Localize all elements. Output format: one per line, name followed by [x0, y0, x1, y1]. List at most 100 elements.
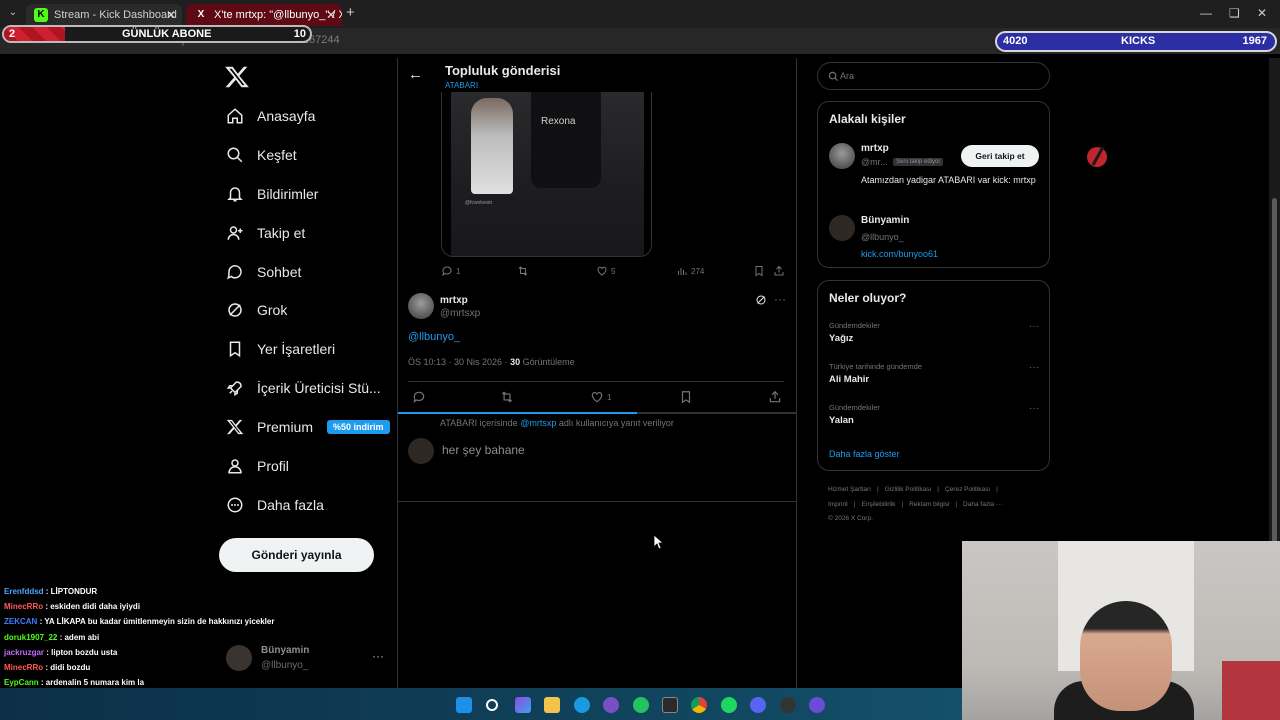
nav-item-11[interactable]: Daha fazla [226, 490, 324, 520]
share-action[interactable] [773, 265, 785, 277]
nav-item-5[interactable]: Sohbet [226, 257, 301, 287]
widgets-icon[interactable] [515, 697, 531, 713]
whatsapp-icon[interactable] [633, 697, 649, 713]
nav-item-8[interactable]: İçerik Üreticisi Stü... [226, 373, 381, 403]
views-action[interactable]: 274 [676, 265, 704, 277]
reply-composer-input[interactable] [442, 443, 772, 457]
scrollbar-thumb[interactable] [1272, 198, 1277, 598]
reply-text[interactable]: @llbunyo_ [408, 331, 460, 343]
footer-link[interactable]: Reklam bilgisi [909, 501, 949, 508]
discord-icon[interactable] [750, 697, 766, 713]
person-add-icon [227, 226, 243, 240]
reply-context: ATABARI içerisinde @mrtsxp adlı kullanıc… [440, 418, 674, 428]
x-logo-icon[interactable] [224, 64, 250, 90]
tab-kick-dashboard[interactable]: K Stream - Kick Dashboard ✕ [26, 4, 182, 26]
footer-link[interactable]: Hizmet Şartları [828, 486, 871, 493]
person-name[interactable]: Bünyamin [861, 215, 909, 226]
app-icon[interactable] [603, 697, 619, 713]
start-windows-icon[interactable] [456, 697, 472, 713]
trend-item[interactable]: Gündemdekiler Yalan ··· [829, 403, 1039, 426]
chat-username[interactable]: MinecRRo [4, 663, 43, 672]
share-action[interactable] [768, 390, 782, 404]
window-close-icon[interactable]: ✕ [1257, 6, 1267, 20]
search-box[interactable]: Ara [817, 62, 1050, 90]
reply-action[interactable] [412, 390, 426, 404]
chat-username[interactable]: jackruzgar [4, 648, 44, 657]
tab-list-chevron-icon[interactable]: ⌄ [4, 4, 22, 22]
follow-back-button[interactable]: Geri takip et [961, 145, 1039, 167]
search-icon[interactable] [486, 699, 498, 711]
reply-time[interactable]: ÖS 10:13 · 30 Nis 2026 · [408, 357, 508, 367]
footer-link[interactable]: Daha fazla ··· [963, 501, 1002, 508]
trend-item[interactable]: Gündemdekiler Yağız ··· [829, 321, 1039, 344]
community-name[interactable]: ATABARI [445, 81, 478, 90]
reply-author-handle[interactable]: @mrtsxp [440, 308, 480, 319]
chat-username[interactable]: doruk1907_22 [4, 633, 57, 642]
like-action[interactable]: 1 [590, 390, 611, 404]
chrome-icon[interactable] [691, 697, 707, 713]
tab-x-post[interactable]: X X'te mrtxp: "@llbunyo_" / X ✕ [186, 4, 342, 26]
reply-action[interactable]: 1 [441, 265, 460, 277]
store-icon[interactable] [662, 697, 678, 713]
chat-separator: : [43, 587, 51, 596]
spotify-icon[interactable] [721, 697, 737, 713]
footer-link[interactable]: Erişilebilirlik [862, 501, 896, 508]
tab-close-icon[interactable]: ✕ [166, 4, 176, 26]
footer-link[interactable]: Imprint [828, 501, 848, 508]
heart-icon [591, 392, 603, 403]
nav-item-1[interactable]: Anasayfa [226, 101, 315, 131]
more-icon[interactable]: ··· [1029, 403, 1039, 414]
edge-icon[interactable] [574, 697, 590, 713]
footer-separator: | [901, 501, 904, 508]
trend-item[interactable]: Türkiye tarihinde gündemde Ali Mahir ··· [829, 362, 1039, 385]
maximize-icon[interactable]: ❏ [1229, 6, 1240, 20]
nav-item-9[interactable]: Premium %50 indirim [226, 412, 390, 442]
nav-item-3[interactable]: Bildirimler [226, 179, 318, 209]
tab-close-icon[interactable]: ✕ [326, 4, 336, 26]
post-button[interactable]: Gönderi yayınla [219, 538, 374, 572]
person-handle: @mr... [861, 157, 888, 167]
chat-username[interactable]: Erenfddsd [4, 587, 44, 596]
back-arrow-icon[interactable]: ← [408, 66, 423, 83]
reply-author-name[interactable]: mrtxp [440, 295, 468, 306]
person-name[interactable]: mrtxp [861, 143, 889, 154]
person-link[interactable]: kick.com/bunyoo61 [861, 249, 938, 259]
chat-username[interactable]: ZEKCAN [4, 617, 37, 626]
like-count: 1 [607, 392, 612, 402]
new-tab-plus-icon[interactable]: + [346, 4, 355, 21]
more-icon[interactable]: ··· [372, 649, 384, 663]
like-action[interactable]: 5 [596, 265, 615, 277]
reply-context-handle[interactable]: @mrtsxp [520, 418, 556, 428]
bookmark-action[interactable] [753, 265, 765, 277]
show-more-link[interactable]: Daha fazla göster [829, 449, 900, 459]
x-icon [226, 419, 244, 435]
minimize-icon[interactable]: — [1200, 6, 1212, 20]
footer-link[interactable]: Çerez Politikası [945, 486, 990, 493]
more-icon[interactable]: ··· [774, 292, 786, 306]
steam-icon[interactable] [780, 697, 796, 713]
grok-icon[interactable] [755, 294, 767, 306]
footer-separator: | [937, 486, 939, 493]
page-scrollbar[interactable] [1269, 58, 1280, 598]
post-media[interactable]: Rexona @fcwolvestr [441, 92, 652, 257]
chat-username[interactable]: MinecRRo [4, 602, 43, 611]
avatar[interactable] [408, 293, 434, 319]
nav-item-7[interactable]: Yer İşaretleri [226, 334, 335, 364]
repost-action[interactable] [500, 390, 514, 404]
footer-link[interactable]: Gizlilik Politikası [885, 486, 932, 493]
chat-username[interactable]: EypCann [4, 678, 39, 687]
nav-item-10[interactable]: Profil [226, 451, 289, 481]
more-icon[interactable]: ··· [1029, 362, 1039, 373]
related-person[interactable]: Bünyamin @llbunyo_ kick.com/bunyoo61 [829, 215, 1039, 265]
x-logo-icon: X [197, 9, 205, 20]
nav-item-4[interactable]: Takip et [226, 218, 305, 248]
avatar [829, 143, 855, 169]
nav-item-6[interactable]: Grok [226, 295, 287, 325]
obs-icon[interactable] [809, 697, 825, 713]
share-icon [774, 265, 784, 276]
nav-item-2[interactable]: Keşfet [226, 140, 297, 170]
bookmark-action[interactable] [679, 390, 693, 404]
repost-action[interactable] [517, 265, 532, 277]
file-explorer-icon[interactable] [544, 697, 560, 713]
more-icon[interactable]: ··· [1029, 321, 1039, 332]
